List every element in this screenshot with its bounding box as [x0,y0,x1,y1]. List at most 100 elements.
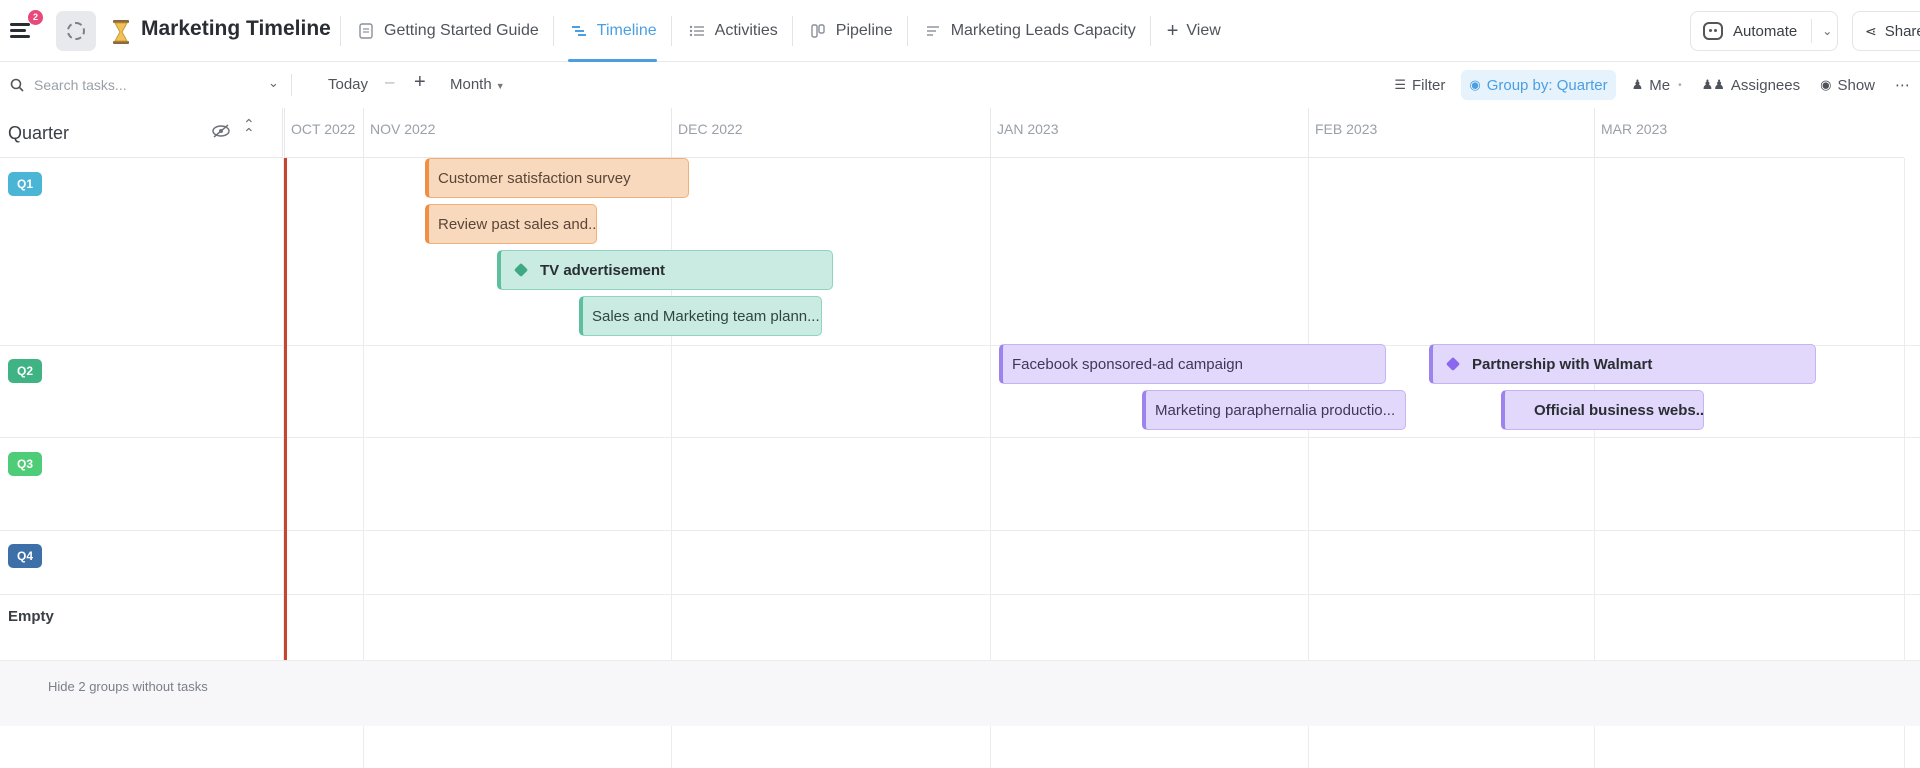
tab-timeline[interactable]: Timeline [554,0,671,62]
robot-icon [1703,22,1723,40]
sidebar-menu-button[interactable]: 2 [8,10,43,44]
eye-icon: ◉ [1820,77,1832,92]
milestone-diamond-icon [513,262,529,278]
month-label: OCT 2022 [291,121,356,137]
row-divider [0,594,1920,595]
show-button[interactable]: ◉ Show [1810,70,1885,100]
task-name: Marketing paraphernalia productio... [1155,401,1396,419]
month-label: DEC 2022 [678,121,743,137]
milestone-diamond-icon [1445,356,1461,372]
search-input[interactable] [34,77,254,93]
caret-down-icon: ▼ [495,81,505,91]
plus-icon: + [1166,19,1179,42]
task-name: Review past sales and... [438,215,597,233]
assignees-label: Assignees [1730,76,1801,94]
timeline-view: Quarter ⌃ ⌃ OCT 2022 NOV 2022 DEC 2022 JA… [0,108,1920,768]
filter-icon: ☰ [1394,77,1406,92]
tab-getting-started-guide[interactable]: Getting Started Guide [341,0,553,62]
milestone-bar[interactable]: Partnership with Walmart [1429,344,1816,384]
time-scale-label: Month [450,76,492,93]
group-badge-q1[interactable]: Q1 [8,172,42,196]
group-by-button[interactable]: ◉ Group by: Quarter [1461,70,1616,100]
task-name: Customer satisfaction survey [438,169,631,187]
top-bar: 2 Marketing Timeline Getting Started Gui… [0,0,1920,62]
tab-activities[interactable]: Activities [672,0,792,62]
hide-empty-groups-link[interactable]: Hide 2 groups without tasks [48,679,208,694]
share-label: Share [1884,22,1920,40]
task-name: Official business webs... [1534,401,1704,419]
group-column-header: Quarter ⌃ ⌃ [0,108,283,158]
group-label-empty[interactable]: Empty [8,608,54,625]
group-badge-q4[interactable]: Q4 [8,544,42,568]
group-badge-q3[interactable]: Q3 [8,452,42,476]
assignees-button[interactable]: ♟♟ Assignees [1692,70,1811,100]
divider [291,74,292,96]
doc-icon [359,23,373,39]
more-options-button[interactable]: ⋯ [1885,70,1920,100]
task-name: TV advertisement [540,261,666,279]
task-name: Sales and Marketing team plann... [592,307,820,325]
chevron-down-icon[interactable]: ⌄ [1822,24,1832,38]
milestone-diamond-icon [1516,406,1524,414]
space-icon-button[interactable] [56,11,96,51]
layers-icon: ◉ [1469,77,1481,92]
chevron-down-icon[interactable]: ⌄ [268,75,279,91]
today-button[interactable]: Today [328,76,368,93]
task-bar[interactable]: Sales and Marketing team plann... [579,296,822,336]
show-label: Show [1837,76,1875,94]
task-bar[interactable]: Review past sales and... [425,204,597,244]
tab-label: Getting Started Guide [384,22,539,39]
search-box: ⌄ [10,72,280,98]
more-icon: ⋯ [1895,77,1910,94]
add-view-label: View [1186,22,1221,39]
timeline-icon [571,26,586,36]
milestone-bar[interactable]: Official business webs... [1501,390,1704,430]
menu-icon [10,23,30,26]
list-icon [689,25,704,37]
automate-label: Automate [1733,22,1798,40]
add-view-button[interactable]: + View [1151,0,1237,62]
today-marker [284,158,287,660]
eye-off-icon[interactable] [211,123,231,139]
filter-button[interactable]: ☰ Filter [1384,70,1455,100]
timeline-footer: Hide 2 groups without tasks [0,660,1920,726]
group-header-label: Quarter [8,123,70,143]
tab-label: Marketing Leads Capacity [950,22,1136,39]
month-label: MAR 2023 [1601,121,1668,137]
zoom-in-button[interactable]: + [414,71,426,94]
month-label: JAN 2023 [997,121,1059,137]
filter-label: Filter [1412,76,1446,94]
group-badge-q2[interactable]: Q2 [8,359,42,383]
dashed-circle-icon [67,22,85,40]
time-scale-dropdown[interactable]: Month ▼ [450,76,505,93]
share-button[interactable]: ⋖ Share [1852,11,1920,51]
tab-pipeline[interactable]: Pipeline [793,0,907,62]
month-header: JAN 2023 [990,108,1308,158]
month-header: MAR 2023 [1594,108,1904,158]
month-label: FEB 2023 [1315,121,1378,137]
task-bar[interactable]: Customer satisfaction survey [425,158,689,198]
view-tabs: Getting Started Guide Timeline Activitie… [340,0,1237,62]
page-title: Marketing Timeline [141,17,331,40]
tab-marketing-leads-capacity[interactable]: Marketing Leads Capacity [908,0,1150,62]
me-filter-button[interactable]: ♟ Me • [1622,70,1692,100]
month-label: NOV 2022 [370,121,436,137]
task-name: Facebook sponsored-ad campaign [1012,355,1243,373]
month-header: NOV 2022 [363,108,671,158]
task-bar[interactable]: Facebook sponsored-ad campaign [999,344,1386,384]
board-icon [811,24,825,38]
search-icon [10,78,24,92]
user-icon: ♟ [1631,77,1644,92]
task-bar[interactable]: Marketing paraphernalia productio... [1142,390,1406,430]
hourglass-icon [113,20,129,44]
milestone-bar[interactable]: TV advertisement [497,250,833,290]
month-header: FEB 2023 [1308,108,1594,158]
zoom-out-button[interactable]: – [385,72,394,92]
notification-badge: 2 [28,10,43,25]
share-icon: ⋖ [1865,22,1877,39]
automate-button[interactable]: Automate ⌄ [1690,11,1838,51]
toolbar-actions: ☰ Filter ◉ Group by: Quarter ♟ Me • ♟♟ A… [1384,70,1920,100]
month-header: OCT 2022 [284,108,363,158]
row-divider [0,530,1920,531]
collapse-all-icon[interactable]: ⌃ ⌃ [243,117,255,140]
